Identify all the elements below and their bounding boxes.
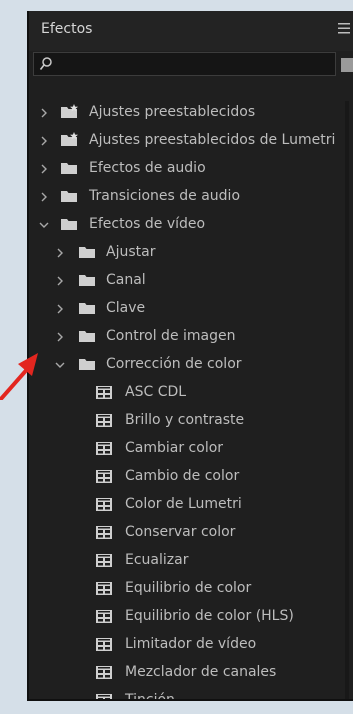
folder-icon	[78, 356, 96, 372]
effect-item[interactable]: Equilibrio de color	[29, 575, 353, 603]
chevron-right-icon[interactable]	[55, 247, 65, 259]
effect-item[interactable]: Cambio de color	[29, 463, 353, 491]
folder-icon	[78, 244, 96, 260]
tree-item-label: Ajustar	[106, 244, 156, 260]
tree-folder[interactable]: Clave	[29, 295, 353, 323]
tree-item-label: Cambiar color	[125, 440, 224, 456]
tree-folder[interactable]: Transiciones de audio	[29, 183, 353, 211]
effects-panel: Efectos Ajustes preestablecidos Ajustes …	[27, 11, 353, 701]
scrollbar[interactable]	[345, 101, 349, 699]
tree-folder[interactable]: Efectos de vídeo	[29, 211, 353, 239]
tree-item-label: Tinción	[125, 692, 175, 701]
effect-icon	[95, 524, 113, 540]
search-icon	[39, 57, 52, 70]
effect-item[interactable]: Equilibrio de color (HLS)	[29, 603, 353, 631]
folder-icon	[60, 188, 78, 204]
tree-item-label: Ecualizar	[125, 552, 189, 568]
tree-folder[interactable]: Canal	[29, 267, 353, 295]
search-input[interactable]	[33, 52, 336, 76]
tree-item-label: Brillo y contraste	[125, 412, 245, 428]
hamburger-icon[interactable]	[337, 20, 351, 36]
chevron-right-icon[interactable]	[55, 275, 65, 287]
effect-icon	[95, 384, 113, 400]
tree-item-label: Equilibrio de color (HLS)	[125, 608, 294, 624]
tree-item-label: Clave	[106, 300, 146, 316]
tree-item-label: Control de imagen	[106, 328, 236, 344]
effect-icon	[95, 664, 113, 680]
effect-item[interactable]: Conservar color	[29, 519, 353, 547]
effect-icon	[95, 412, 113, 428]
new-bin-icon[interactable]	[341, 58, 353, 72]
tree-item-label: Mezclador de canales	[125, 664, 277, 680]
tree-item-label: Limitador de vídeo	[125, 636, 257, 652]
tree-item-label: Conservar color	[125, 524, 236, 540]
chevron-right-icon[interactable]	[39, 191, 49, 203]
effect-item[interactable]: Limitador de vídeo	[29, 631, 353, 659]
preset-folder-icon	[60, 132, 78, 148]
tree-folder[interactable]: Ajustes preestablecidos de Lumetri	[29, 127, 353, 155]
effect-item[interactable]: Mezclador de canales	[29, 659, 353, 687]
tree-item-label: Corrección de color	[106, 356, 242, 372]
effect-icon	[95, 468, 113, 484]
tree-item-label: Efectos de vídeo	[89, 216, 206, 232]
chevron-right-icon[interactable]	[55, 303, 65, 315]
tree-item-label: Cambio de color	[125, 468, 240, 484]
tree-item-label: Equilibrio de color	[125, 580, 252, 596]
tree-item-label: Efectos de audio	[89, 160, 206, 176]
folder-icon	[78, 300, 96, 316]
red-arrow-annotation	[0, 353, 38, 400]
effect-item[interactable]: Brillo y contraste	[29, 407, 353, 435]
effect-item[interactable]: Color de Lumetri	[29, 491, 353, 519]
tree-folder[interactable]: Control de imagen	[29, 323, 353, 351]
chevron-down-icon[interactable]	[39, 219, 49, 231]
effect-icon	[95, 608, 113, 624]
effect-icon	[95, 440, 113, 456]
tree-item-label: Transiciones de audio	[89, 188, 241, 204]
folder-icon	[78, 328, 96, 344]
folder-icon	[78, 272, 96, 288]
chevron-right-icon[interactable]	[39, 107, 49, 119]
effect-icon	[95, 496, 113, 512]
folder-icon	[60, 216, 78, 232]
chevron-right-icon[interactable]	[39, 135, 49, 147]
tree-folder[interactable]: Corrección de color	[29, 351, 353, 379]
tree-item-label: Color de Lumetri	[125, 496, 242, 512]
tree-item-label: Canal	[106, 272, 146, 288]
effect-icon	[95, 552, 113, 568]
tree-folder[interactable]: Ajustes preestablecidos	[29, 99, 353, 127]
effect-item[interactable]: Cambiar color	[29, 435, 353, 463]
effect-item[interactable]: Tinción	[29, 687, 353, 701]
tree-folder[interactable]: Efectos de audio	[29, 155, 353, 183]
effect-icon	[95, 636, 113, 652]
effect-icon	[95, 580, 113, 596]
effect-icon	[95, 692, 113, 699]
panel-title: Efectos	[41, 21, 93, 37]
tree-item-label: ASC CDL	[125, 384, 187, 400]
preset-folder-icon	[60, 104, 78, 120]
tree-item-label: Ajustes preestablecidos de Lumetri	[89, 132, 336, 148]
effect-item[interactable]: ASC CDL	[29, 379, 353, 407]
panel-header: Efectos	[29, 11, 353, 51]
tree-folder[interactable]: Ajustar	[29, 239, 353, 267]
effect-item[interactable]: Ecualizar	[29, 547, 353, 575]
tree-item-label: Ajustes preestablecidos	[89, 104, 256, 120]
folder-icon	[60, 160, 78, 176]
chevron-right-icon[interactable]	[39, 163, 49, 175]
